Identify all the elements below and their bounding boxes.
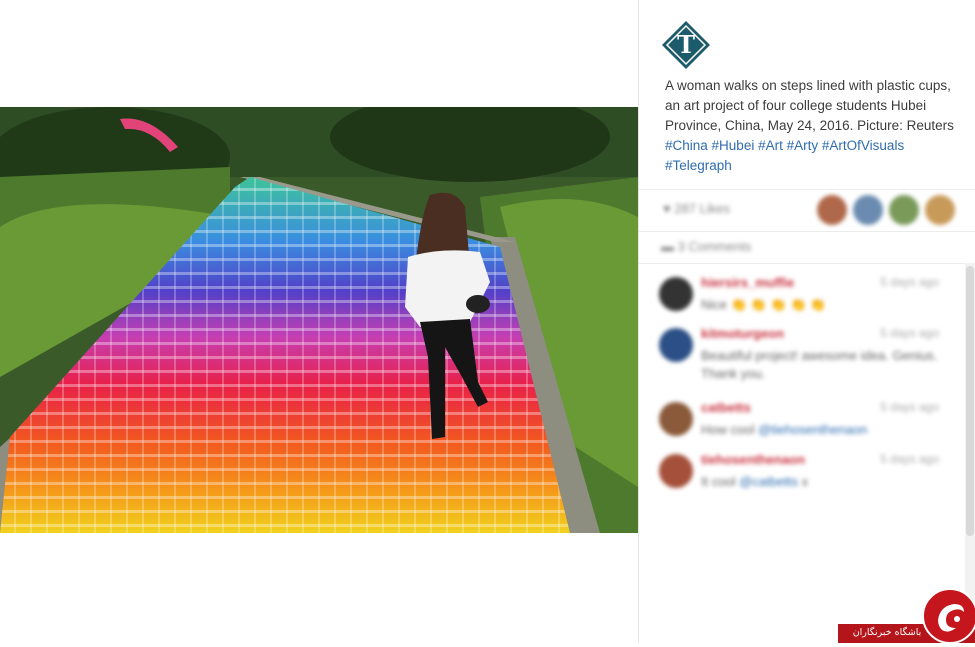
avatar[interactable] [853,195,883,225]
hashtag-art[interactable]: #Art [758,138,783,153]
hashtag-arty[interactable]: #Arty [787,138,819,153]
watermark-logo-icon [922,588,975,644]
avatar[interactable] [889,195,919,225]
post-details-pane: T A woman walks on steps lined with plas… [639,0,975,643]
comment-text: Nice 👏 👏 👏 👏 👏 [701,296,941,314]
comment-body-tail: x [798,474,809,489]
comments-header-row: ▬ 3 Comments [639,231,975,264]
likes-label: 287 Likes [674,201,730,216]
avatar[interactable] [659,402,693,436]
comment-item: kitmoturgeon 5 days ago Beautiful projec… [659,326,959,381]
comments-label: 3 Comments [677,239,752,254]
likes-count[interactable]: ♥ 287 Likes [663,201,730,216]
hashtag-hubei[interactable]: #Hubei [712,138,755,153]
comment-time: 5 days ago [880,452,939,466]
comment-item: catbetts 5 days ago How cool @tiehosenth… [659,400,959,446]
avatar[interactable] [659,454,693,488]
post-caption: A woman walks on steps lined with plasti… [665,76,965,176]
scrollbar-thumb[interactable] [966,266,974,536]
comment-item: hiersirs_muffie 5 days ago Nice 👏 👏 👏 👏 … [659,275,959,321]
clap-emoji: 👏 👏 👏 👏 👏 [730,297,827,312]
comment-username[interactable]: kitmoturgeon [701,326,784,341]
comment-username[interactable]: catbetts [701,400,751,415]
comment-time: 5 days ago [880,400,939,414]
comment-body: It cool [701,474,740,489]
hashtag-china[interactable]: #China [665,138,708,153]
comment-username[interactable]: hiersirs_muffie [701,275,794,290]
comment-time: 5 days ago [880,326,939,340]
liker-avatars [817,195,955,225]
watermark-text: باشگاه خبرنگاران [852,627,922,638]
post-photo[interactable] [0,107,638,533]
comment-text: Beautiful project! awesome idea. Genius.… [701,348,938,381]
avatar[interactable] [659,328,693,362]
comment-item: tiehosenthenaon 5 days ago It cool @catb… [659,452,959,498]
heart-icon: ♥ [663,201,671,216]
telegraph-logo-icon[interactable]: T [661,20,711,70]
comments-divider [639,263,975,265]
comment-body: Nice [701,297,731,312]
comment-text: It cool @catbetts x [701,473,941,491]
comment-username[interactable]: tiehosenthenaon [701,452,805,467]
comments-count[interactable]: ▬ 3 Comments [661,239,751,254]
comment-mention[interactable]: @tiehosenthenaon [758,422,867,437]
comment-body: How cool [701,422,759,437]
hashtag-artofvisuals[interactable]: #ArtOfVisuals [822,138,904,153]
comment-text: How cool @tiehosenthenaon [701,421,941,439]
likes-row: ♥ 287 Likes [639,189,975,232]
media-pane [0,0,638,643]
comment-icon: ▬ [661,239,674,254]
avatar[interactable] [817,195,847,225]
rainbow-steps-image [0,107,638,533]
caption-text: A woman walks on steps lined with plasti… [665,78,954,133]
hashtag-telegraph[interactable]: #Telegraph [665,158,732,173]
svg-text:T: T [677,30,695,59]
avatar[interactable] [925,195,955,225]
watermark: باشگاه خبرنگاران [838,588,975,644]
comment-time: 5 days ago [880,275,939,289]
avatar[interactable] [659,277,693,311]
comment-mention[interactable]: @catbetts [739,474,798,489]
